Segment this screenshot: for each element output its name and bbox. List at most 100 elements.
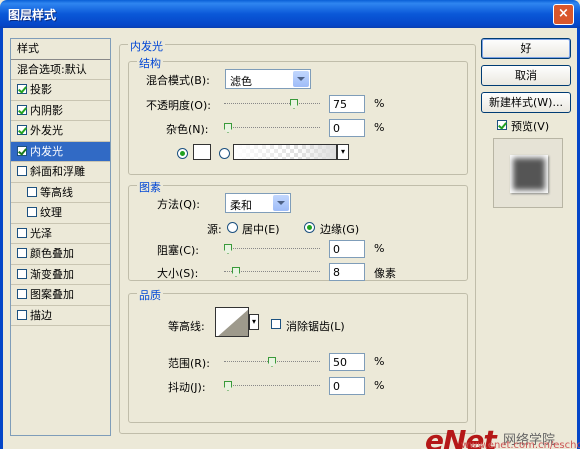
style-item[interactable]: 光泽 bbox=[11, 224, 110, 244]
choke-slider-track bbox=[224, 248, 320, 249]
solid-color-radio[interactable] bbox=[177, 148, 188, 159]
center-label[interactable]: 居中(E) bbox=[242, 221, 280, 237]
style-item-checkbox[interactable] bbox=[17, 145, 27, 156]
blend-mode-select[interactable]: 滤色 bbox=[225, 69, 311, 89]
style-item-checkbox[interactable] bbox=[27, 186, 37, 197]
cancel-button[interactable]: 取消 bbox=[481, 65, 571, 86]
style-item-checkbox[interactable] bbox=[17, 104, 27, 115]
style-item[interactable]: 外发光 bbox=[11, 121, 110, 142]
chevron-down-icon bbox=[293, 71, 309, 87]
choke-input[interactable]: 0 bbox=[329, 240, 365, 258]
style-item-checkbox[interactable] bbox=[27, 207, 37, 217]
antialias-checkbox[interactable] bbox=[271, 319, 281, 329]
noise-input[interactable]: 0 bbox=[329, 119, 365, 137]
title-bar: 图层样式 × bbox=[0, 0, 580, 28]
contour-picker[interactable] bbox=[215, 307, 249, 337]
quality-title: 品质 bbox=[137, 287, 163, 303]
blend-mode-label: 混合模式(B): bbox=[146, 74, 210, 87]
edge-label[interactable]: 边缘(G) bbox=[320, 221, 359, 237]
opacity-slider-track bbox=[224, 103, 320, 104]
noise-slider-thumb[interactable] bbox=[224, 123, 232, 133]
style-item-label: 内阴影 bbox=[30, 103, 63, 117]
choke-slider[interactable] bbox=[224, 244, 320, 254]
style-item[interactable]: 渐变叠加 bbox=[11, 265, 110, 285]
style-item[interactable]: 内阴影 bbox=[11, 101, 110, 121]
contour-label: 等高线: bbox=[168, 320, 205, 333]
style-item-checkbox[interactable] bbox=[17, 248, 27, 258]
style-item-label: 外发光 bbox=[30, 124, 63, 137]
range-slider[interactable] bbox=[224, 357, 320, 367]
chevron-down-icon bbox=[273, 195, 289, 211]
jitter-slider-track bbox=[224, 385, 320, 386]
style-item[interactable]: 颜色叠加 bbox=[11, 244, 110, 265]
style-item-label: 内发光 bbox=[30, 144, 63, 158]
structure-title: 结构 bbox=[137, 55, 163, 71]
quality-group: 品质 等高线: ▾ 消除锯齿(L) 范围(R): 50 % 抖动(J): 0 % bbox=[128, 287, 468, 423]
style-item-label: 纹理 bbox=[40, 206, 62, 219]
jitter-slider[interactable] bbox=[224, 381, 320, 391]
choke-label: 阻塞(C): bbox=[157, 244, 199, 257]
opacity-percent: % bbox=[374, 97, 385, 110]
style-item[interactable]: 斜面和浮雕 bbox=[11, 162, 110, 183]
ok-button[interactable]: 好 bbox=[481, 38, 571, 59]
close-button[interactable]: × bbox=[553, 4, 574, 25]
layer-style-dialog: 样式 混合选项:默认 投影 内阴影 外发光 内发光 斜面和浮雕 等高线 纹理 光泽 颜色叠加 渐变… bbox=[0, 28, 580, 449]
range-input[interactable]: 50 bbox=[329, 353, 365, 371]
opacity-slider-thumb[interactable] bbox=[290, 99, 298, 109]
choke-percent: % bbox=[374, 242, 385, 255]
style-item[interactable]: 图案叠加 bbox=[11, 285, 110, 306]
method-select[interactable]: 柔和 bbox=[225, 193, 291, 213]
style-item-label: 斜面和浮雕 bbox=[30, 165, 85, 178]
inner-glow-title: 内发光 bbox=[128, 38, 165, 54]
source-label: 源: bbox=[207, 223, 222, 236]
opacity-label: 不透明度(O): bbox=[146, 99, 211, 112]
style-item-label: 渐变叠加 bbox=[30, 267, 74, 281]
jitter-slider-thumb[interactable] bbox=[224, 381, 232, 391]
choke-slider-thumb[interactable] bbox=[224, 244, 232, 254]
style-item[interactable]: 投影 bbox=[11, 80, 110, 101]
noise-slider[interactable] bbox=[224, 123, 320, 133]
style-item[interactable]: 等高线 bbox=[11, 183, 110, 203]
size-slider-thumb[interactable] bbox=[232, 267, 240, 277]
opacity-input[interactable]: 75 bbox=[329, 95, 365, 113]
center-radio[interactable] bbox=[227, 222, 238, 233]
style-item-checkbox[interactable] bbox=[17, 125, 27, 135]
style-item-checkbox[interactable] bbox=[17, 227, 27, 238]
jitter-input[interactable]: 0 bbox=[329, 377, 365, 395]
style-item[interactable]: 纹理 bbox=[11, 203, 110, 224]
gradient-radio[interactable] bbox=[219, 148, 230, 159]
gradient-swatch[interactable] bbox=[233, 144, 337, 160]
style-item-checkbox[interactable] bbox=[17, 289, 27, 299]
styles-list: 样式 混合选项:默认 投影内阴影外发光内发光斜面和浮雕等高线纹理光泽 颜色叠加渐变… bbox=[10, 38, 111, 436]
new-style-button[interactable]: 新建样式(W)... bbox=[481, 92, 571, 113]
blend-options-item[interactable]: 混合选项:默认 bbox=[11, 60, 110, 80]
style-item[interactable]: 内发光 bbox=[11, 141, 110, 162]
preview-checkbox[interactable] bbox=[497, 120, 507, 130]
size-label: 大小(S): bbox=[157, 267, 199, 280]
style-item-checkbox[interactable] bbox=[17, 166, 27, 176]
noise-label: 杂色(N): bbox=[166, 123, 209, 136]
antialias-label[interactable]: 消除锯齿(L) bbox=[286, 318, 345, 334]
style-item-checkbox[interactable] bbox=[17, 309, 27, 320]
style-item-label: 等高线 bbox=[40, 185, 73, 199]
gradient-dropdown-button[interactable]: ▾ bbox=[337, 144, 349, 160]
preview-label[interactable]: 预览(V) bbox=[511, 118, 549, 134]
styles-header[interactable]: 样式 bbox=[11, 39, 110, 60]
edge-radio[interactable] bbox=[304, 222, 315, 233]
watermark-url: www.enet.com.cn/eschool bbox=[461, 440, 580, 449]
style-item[interactable]: 描边 bbox=[11, 306, 110, 326]
style-item-checkbox[interactable] bbox=[17, 84, 27, 94]
size-input[interactable]: 8 bbox=[329, 263, 365, 281]
size-slider[interactable] bbox=[224, 267, 320, 277]
blend-mode-value: 滤色 bbox=[230, 75, 252, 88]
structure-group: 结构 混合模式(B): 滤色 不透明度(O): 75 % 杂色(N): 0 % bbox=[128, 55, 468, 175]
range-slider-thumb[interactable] bbox=[268, 357, 276, 367]
opacity-slider[interactable] bbox=[224, 99, 320, 109]
style-item-label: 图案叠加 bbox=[30, 288, 74, 301]
style-item-label: 投影 bbox=[30, 83, 52, 96]
inner-glow-panel: 内发光 结构 混合模式(B): 滤色 不透明度(O): 75 % 杂色(N): … bbox=[119, 38, 476, 434]
elements-group: 图素 方法(Q): 柔和 源: 居中(E) 边缘(G) 阻塞(C): 0 % 大… bbox=[128, 179, 468, 281]
contour-dropdown-button[interactable]: ▾ bbox=[249, 314, 259, 330]
style-item-checkbox[interactable] bbox=[17, 268, 27, 279]
glow-color-swatch[interactable] bbox=[193, 144, 211, 160]
